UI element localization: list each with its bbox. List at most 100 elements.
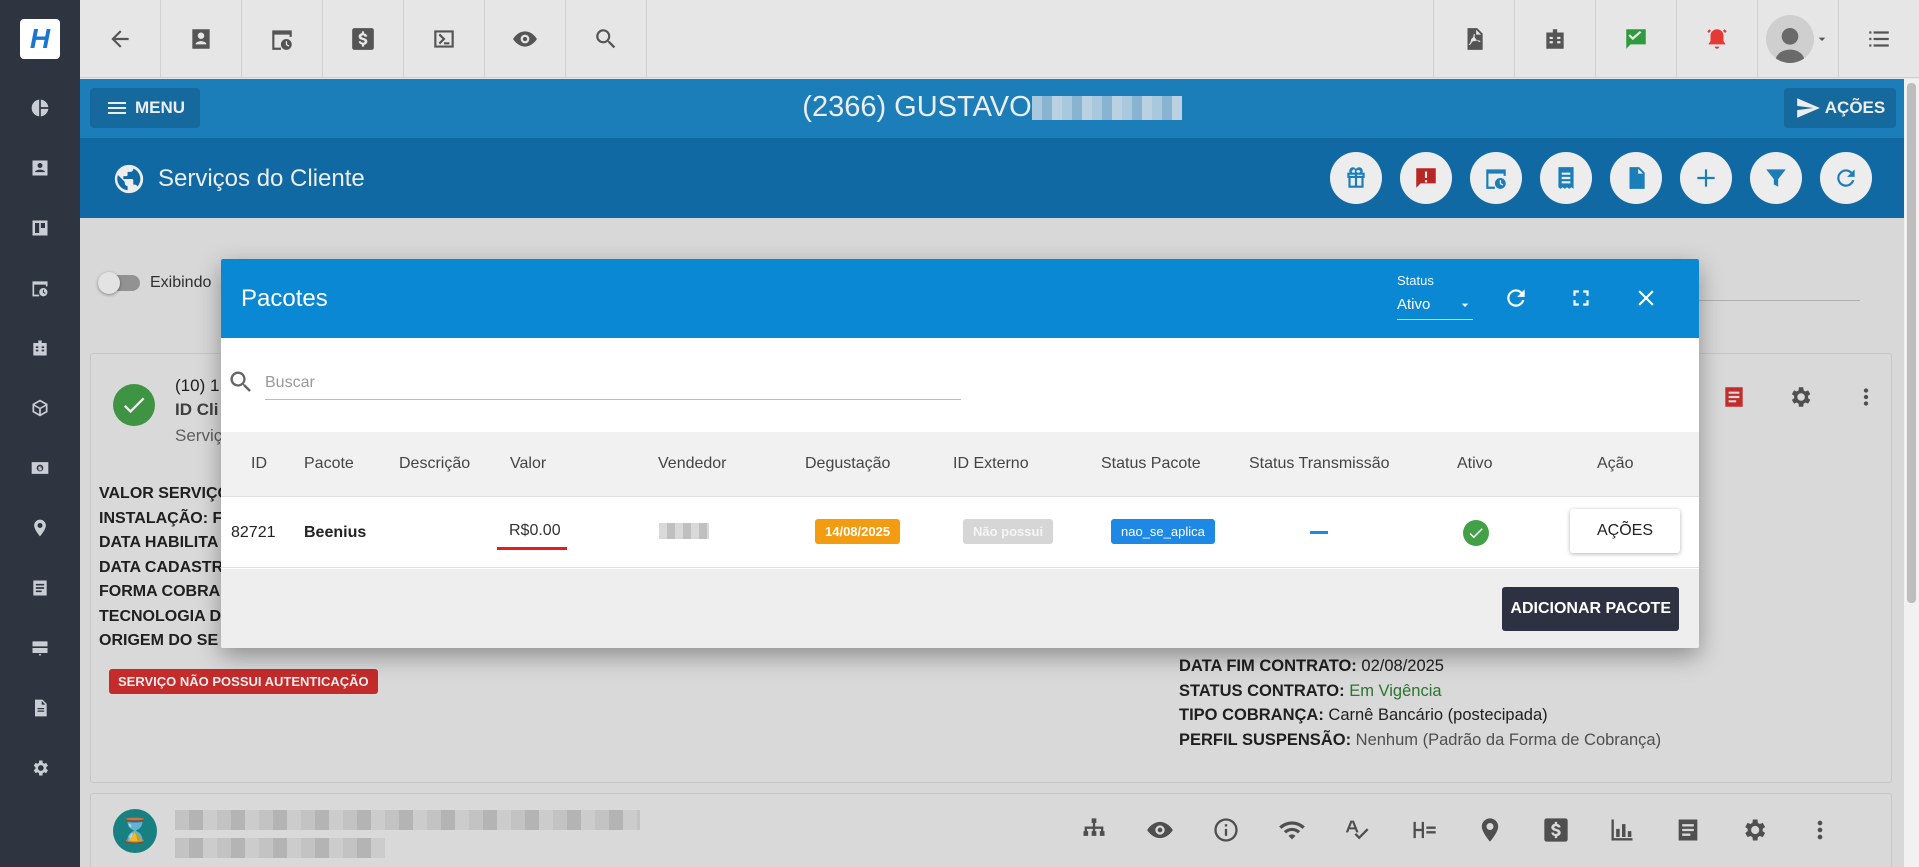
document-icon[interactable] [0,678,80,738]
col-degustacao[interactable]: Degustação [805,455,890,473]
more-vert-icon[interactable] [1787,816,1853,844]
gift-button[interactable] [1330,152,1382,204]
service-card-pending: ⌛ [90,793,1892,867]
close-button[interactable] [1629,281,1663,315]
toggle-switch[interactable] [98,272,140,294]
gift-icon [1347,167,1365,188]
page-scrollbar[interactable] [1904,79,1919,867]
file-button[interactable] [1610,152,1662,204]
close-icon [1638,290,1654,306]
section-title: Serviços do Cliente [112,162,365,196]
redacted-name [1031,96,1182,121]
money-icon[interactable] [0,438,80,498]
hierarchy-icon[interactable] [1061,816,1127,844]
contract-label: STATUS CONTRATO: [1179,681,1345,700]
list-menu-button[interactable] [1838,0,1919,78]
finance-button[interactable] [323,0,404,78]
pdf-button[interactable] [1433,0,1514,78]
alert-button[interactable] [1400,152,1452,204]
ativo-check-icon [1463,520,1489,546]
degustacao-badge: 14/08/2025 [815,519,901,544]
alarm-button[interactable] [1676,0,1757,78]
box-icon[interactable] [0,378,80,438]
user-menu[interactable] [1757,0,1838,78]
settings-icon[interactable] [1767,384,1833,410]
search-icon [230,371,251,392]
service-left-info: VALOR SERVIÇO INSTALAÇÃO: F DATA HABILIT… [99,482,230,654]
auth-badge: SERVIÇO NÃO POSSUI AUTENTICAÇÃO [109,669,378,694]
acoes-header-label: AÇÕES [1824,98,1886,117]
location-person-icon[interactable] [1457,816,1523,844]
heading-equal-icon[interactable] [1391,816,1457,844]
add-button[interactable] [1680,152,1732,204]
info-line: INSTALAÇÃO: F [99,509,223,527]
status-transmissao-dash [1310,531,1328,534]
status-value[interactable]: Ativo [1397,296,1473,320]
eye-icon[interactable] [1127,816,1193,844]
receipt-button[interactable] [1540,152,1592,204]
contract-line: PERFIL SUSPENSÃO: Nenhum (Padrão da Form… [1179,728,1661,753]
receipt-red-icon[interactable] [1701,384,1767,410]
board-icon[interactable] [0,198,80,258]
wifi-icon[interactable] [1259,816,1325,844]
info-line: TECNOLOGIA D [99,607,222,625]
list-box-icon[interactable] [1655,816,1721,844]
dashboard-icon[interactable] [0,78,80,138]
col-pacote[interactable]: Pacote [304,455,354,473]
hourglass-icon: ⌛ [113,809,157,853]
info-icon[interactable] [1193,816,1259,844]
search-input[interactable] [265,366,961,400]
back-button[interactable] [80,0,161,78]
bar-chart-icon[interactable] [1589,816,1655,844]
refresh-icon [1507,289,1525,307]
col-vendedor[interactable]: Vendedor [658,455,727,473]
company-button[interactable] [1514,0,1595,78]
table-row[interactable]: 82721 Beenius R$0.00 14/08/2025 Não poss… [221,496,1699,568]
col-id[interactable]: ID [251,455,267,473]
server-icon[interactable] [0,618,80,678]
schedule-circle-button[interactable] [1470,152,1522,204]
search-button[interactable] [566,0,647,78]
terminal-button[interactable] [404,0,485,78]
scrollbar-thumb[interactable] [1907,83,1916,603]
col-id-externo[interactable]: ID Externo [953,455,1029,473]
col-status-transmissao[interactable]: Status Transmissão [1249,455,1390,473]
col-ativo[interactable]: Ativo [1457,455,1493,473]
col-status-pacote[interactable]: Status Pacote [1101,455,1201,473]
building-icon[interactable] [0,318,80,378]
contacts-button[interactable] [161,0,242,78]
view-button[interactable] [485,0,566,78]
app-logo[interactable]: H [0,0,80,78]
filter-button[interactable] [1750,152,1802,204]
receipt-icon [1558,167,1574,189]
col-descricao[interactable]: Descrição [399,455,470,473]
list-box-icon[interactable] [0,558,80,618]
add-package-button[interactable]: ADICIONAR PACOTE [1502,587,1679,631]
modal-header: Pacotes Status Ativo [221,259,1699,338]
acoes-header-button[interactable]: AÇÕES [1784,88,1896,128]
col-valor[interactable]: Valor [510,455,546,473]
refresh-button[interactable] [1820,152,1872,204]
contact-card-icon [192,29,210,49]
top-toolbar [80,0,1919,78]
arrow-left-icon [111,30,129,48]
schedule-button[interactable] [242,0,323,78]
location-person-icon[interactable] [0,498,80,558]
settings-icon[interactable] [0,738,80,798]
info-line: DATA HABILITA [99,534,219,551]
tasks-button[interactable] [1595,0,1676,78]
modal-refresh-button[interactable] [1499,281,1533,315]
row-vendedor-redacted [659,523,709,539]
status-select[interactable]: Status Ativo [1397,273,1473,320]
dollar-icon[interactable] [1523,816,1589,844]
row-acoes-button[interactable]: AÇÕES [1570,509,1680,553]
fullscreen-button[interactable] [1564,281,1598,315]
contract-value: Carnê Bancário (postecipada) [1328,706,1548,724]
settings-icon[interactable] [1721,816,1787,844]
show-toggle[interactable]: Exibindo [98,272,211,294]
more-vert-icon[interactable] [1833,384,1899,410]
spellcheck-icon[interactable] [1325,816,1391,844]
terminal-icon [434,30,454,48]
calendar-clock-icon[interactable] [0,258,80,318]
contact-card-icon[interactable] [0,138,80,198]
